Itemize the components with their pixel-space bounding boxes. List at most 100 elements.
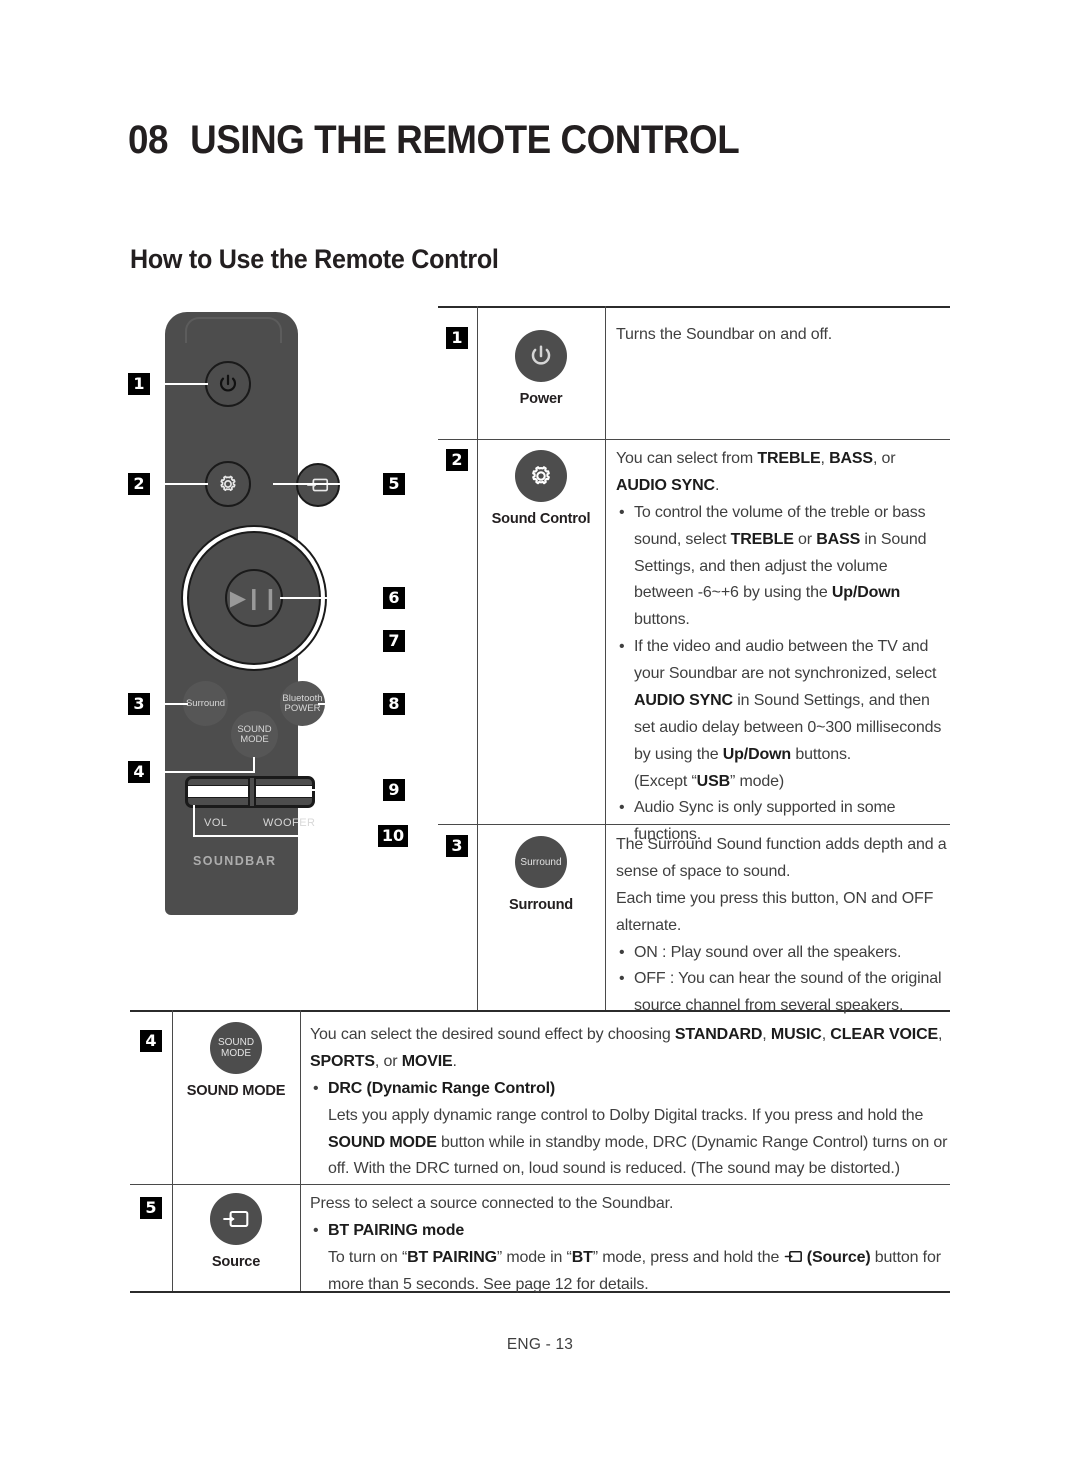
table-row-3-intro: The Surround Sound function adds depth a… [616, 836, 947, 934]
leader-line-8 [318, 703, 384, 705]
leader-line-5 [273, 483, 383, 485]
leader-line-2 [152, 483, 208, 485]
table-row-4-bullets: DRC (Dynamic Range Control) [310, 1076, 948, 1103]
table-row-1-badge: 1 [446, 327, 468, 349]
callout-badge-8: 8 [383, 693, 405, 715]
table-row-1-icon-cell: Power [476, 330, 606, 407]
callout-badge-9: 9 [383, 779, 405, 801]
callout-badge-5: 5 [383, 473, 405, 495]
page-footer: ENG - 13 [506, 1336, 574, 1353]
leader-line-7 [314, 640, 384, 642]
remote-sound-mode-label-2: MODE [240, 733, 269, 745]
remote-sound-mode-label-1: SOUND [237, 723, 272, 735]
remote-top-seam [185, 317, 282, 343]
chapter-title-text: USING THE REMOTE CONTROL [190, 118, 740, 162]
callout-badge-3: 3 [128, 693, 150, 715]
source-icon [307, 478, 329, 492]
callout-badge-2: 2 [128, 473, 150, 495]
remote-power-button[interactable] [205, 361, 251, 407]
table-row-4-icon-cell: SOUND MODE SOUND MODE [171, 1022, 301, 1099]
table-row-5-bullets: BT PAIRING mode [310, 1218, 948, 1245]
remote-sound-mode-button[interactable]: SOUND MODE [231, 711, 278, 758]
remote-play-pause-button[interactable]: ▶❙❙ [225, 569, 283, 627]
table-row-3-caption: Surround [508, 897, 574, 913]
table-row-3-badge: 3 [446, 835, 468, 857]
sound-mode-glyph-line-2: MODE [221, 1048, 251, 1059]
power-icon [531, 345, 551, 365]
callout-badge-6: 6 [383, 587, 405, 609]
table-row-5-intro: Press to select a source connected to th… [310, 1195, 674, 1212]
sound-control-button-graphic [515, 450, 567, 502]
table-row-4-caption: SOUND MODE [186, 1083, 286, 1099]
table-row-1-description: Turns the Soundbar on and off. [616, 326, 833, 343]
remote-surround-label: Surround [185, 697, 226, 709]
manual-page: 08 USING THE REMOTE CONTROL How to Use th… [0, 0, 1080, 1479]
gear-icon [532, 466, 550, 485]
remote-bluetooth-label-1: Bluetooth [282, 692, 323, 704]
remote-brand-label: SOUNDBAR [193, 854, 277, 868]
table-row-3-description: The Surround Sound function adds depth a… [616, 832, 948, 1020]
table-row-5-trailing: To turn on “BT PAIRING” mode in “BT” mod… [328, 1247, 941, 1293]
remote-bluetooth-label-2: POWER [284, 702, 321, 714]
table-row-4-description: You can select the desired sound effect … [310, 1022, 948, 1183]
remote-volume-woofer-rocker[interactable] [185, 776, 315, 808]
sound-mode-glyph-line-1: SOUND [217, 1037, 255, 1048]
source-icon [223, 1210, 249, 1228]
chapter-number: 08 [128, 118, 169, 162]
table-row-2-badge: 2 [446, 449, 468, 471]
source-button-graphic [210, 1193, 262, 1245]
table-row-4-trailing: Lets you apply dynamic range control to … [328, 1106, 948, 1178]
table-row-5-caption: Source [211, 1254, 261, 1270]
leader-line-10-v [193, 805, 195, 837]
surround-button-glyph-label: Surround [520, 856, 562, 868]
power-icon [220, 374, 236, 392]
table-rule-row2 [438, 439, 950, 440]
leader-line-4-h [152, 771, 254, 773]
table-row-2-description: You can select from TREBLE, BASS, or AUD… [616, 446, 948, 849]
callout-badge-4: 4 [128, 761, 150, 783]
table-row-2-bullets: To control the volume of the treble or b… [616, 500, 948, 849]
sound-mode-button-graphic: SOUND MODE [210, 1022, 262, 1074]
remote-surround-button[interactable]: Surround [183, 681, 228, 726]
gear-icon [220, 475, 236, 492]
table-row-1-caption: Power [519, 391, 563, 407]
page-title: 08 USING THE REMOTE CONTROL [128, 118, 740, 163]
remote-woofer-label: WOOFER [263, 817, 316, 829]
remote-control-diagram: ▶❙❙ Surround Bluetooth POWER SOUND MODE … [128, 305, 428, 930]
remote-vol-label: VOL [204, 817, 228, 829]
leader-line-3 [152, 703, 188, 705]
section-title: How to Use the Remote Control [130, 244, 499, 274]
table-row-4-badge: 4 [140, 1030, 162, 1052]
source-icon [784, 1247, 803, 1262]
table-row-4-intro: You can select the desired sound effect … [310, 1026, 943, 1070]
table-row-2-icon-cell: Sound Control [476, 450, 606, 527]
list-item: BT PAIRING mode [310, 1218, 948, 1245]
list-item: DRC (Dynamic Range Control) [310, 1076, 948, 1103]
power-button-graphic [515, 330, 567, 382]
table-row-5-badge: 5 [140, 1197, 162, 1219]
callout-badge-7: 7 [383, 630, 405, 652]
rocker-divider [248, 778, 256, 806]
callout-badge-10: 10 [378, 825, 408, 847]
table-row-5-description: Press to select a source connected to th… [310, 1191, 948, 1299]
list-item: OFF : You can hear the sound of the orig… [616, 966, 948, 1020]
list-item: To control the volume of the treble or b… [616, 500, 948, 634]
table-row-5-icon-cell: Source [171, 1193, 301, 1270]
list-item: If the video and audio between the TV an… [616, 634, 948, 795]
leader-line-1 [152, 383, 208, 385]
surround-button-graphic: Surround [515, 836, 567, 888]
table-row-2-caption: Sound Control [491, 511, 591, 527]
callout-badge-1: 1 [128, 373, 150, 395]
leader-line-10-h [193, 835, 379, 837]
table-rule-row5 [130, 1184, 950, 1185]
remote-sound-control-button[interactable] [205, 461, 251, 507]
table-row-3-bullets: ON : Play sound over all the speakers.OF… [616, 940, 948, 1021]
leader-line-9 [310, 789, 384, 791]
leader-line-6 [280, 597, 384, 599]
list-item: ON : Play sound over all the speakers. [616, 940, 948, 967]
table-row-3-icon-cell: Surround Surround [476, 836, 606, 913]
leader-line-4-v [253, 757, 255, 773]
remote-source-button[interactable] [296, 463, 340, 507]
table-rule-top [438, 306, 950, 308]
table-row-2-intro: You can select from TREBLE, BASS, or AUD… [616, 450, 896, 494]
